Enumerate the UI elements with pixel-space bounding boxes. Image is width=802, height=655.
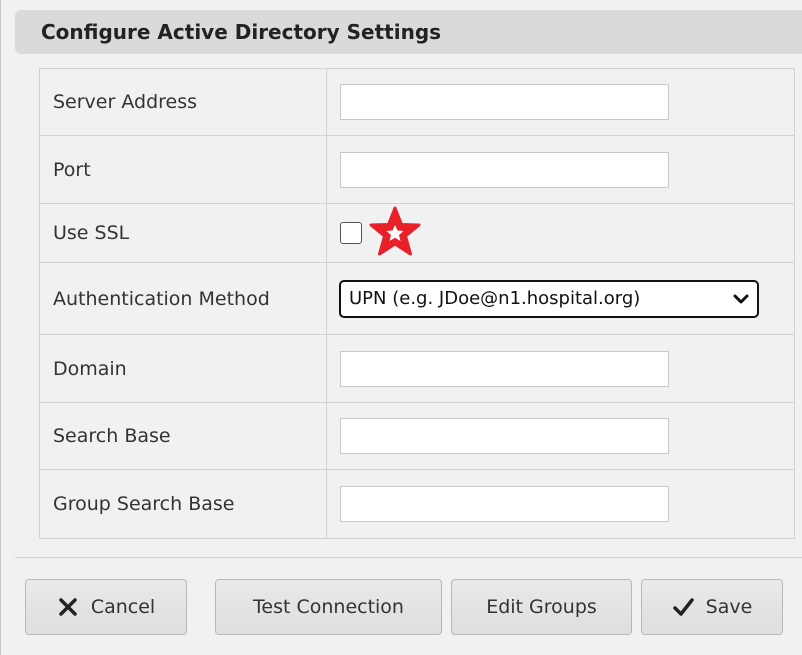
- test-connection-button[interactable]: Test Connection: [215, 579, 442, 635]
- form-row-server-address: Server Address: [39, 68, 795, 136]
- chevron-down-icon: [733, 294, 749, 303]
- dialog-title: Configure Active Directory Settings: [15, 10, 802, 54]
- group-search-base-input[interactable]: [340, 486, 669, 522]
- auth-method-select[interactable]: UPN (e.g. JDoe@n1.hospital.org): [339, 279, 759, 318]
- server-address-label: Server Address: [39, 68, 327, 136]
- domain-input[interactable]: [340, 350, 669, 387]
- form-row-group-search-base: Group Search Base: [39, 469, 795, 539]
- search-base-label: Search Base: [39, 402, 327, 470]
- form-row-port: Port: [39, 135, 795, 204]
- checkmark-icon: [672, 598, 694, 616]
- edit-groups-button[interactable]: Edit Groups: [451, 579, 632, 635]
- cancel-button-label: Cancel: [90, 596, 156, 618]
- server-address-input[interactable]: [340, 84, 669, 120]
- form-row-search-base: Search Base: [39, 402, 795, 470]
- search-base-input[interactable]: [340, 418, 669, 454]
- star-icon: [369, 206, 421, 256]
- test-connection-button-label: Test Connection: [253, 596, 404, 618]
- use-ssl-label: Use SSL: [39, 203, 327, 263]
- save-button-label: Save: [705, 596, 753, 618]
- ad-settings-dialog: Configure Active Directory Settings Serv…: [0, 0, 802, 655]
- footer-divider: [15, 557, 802, 558]
- port-label: Port: [39, 135, 327, 204]
- close-icon: [59, 598, 77, 616]
- form-row-use-ssl: Use SSL: [39, 203, 795, 263]
- port-input[interactable]: [340, 151, 669, 188]
- use-ssl-checkbox[interactable]: [340, 222, 362, 244]
- domain-label: Domain: [39, 334, 327, 403]
- save-button[interactable]: Save: [641, 579, 783, 635]
- form-row-auth-method: Authentication Method UPN (e.g. JDoe@n1.…: [39, 262, 795, 335]
- auth-method-selected-value: UPN (e.g. JDoe@n1.hospital.org): [349, 287, 641, 309]
- edit-groups-button-label: Edit Groups: [486, 596, 597, 618]
- cancel-button[interactable]: Cancel: [25, 579, 187, 635]
- group-search-base-label: Group Search Base: [39, 469, 327, 539]
- form-row-domain: Domain: [39, 334, 795, 403]
- settings-form-table: Server Address Port Use SSL Authenticati…: [39, 68, 795, 539]
- auth-method-label: Authentication Method: [39, 262, 327, 335]
